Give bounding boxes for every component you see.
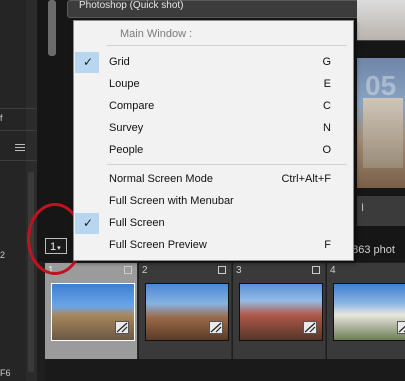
filmstrip-index: 2 bbox=[142, 265, 148, 276]
filmstrip-index: 3 bbox=[236, 265, 242, 276]
filmstrip-footer bbox=[45, 359, 405, 381]
develop-badge-icon bbox=[209, 321, 223, 334]
menu-item-compare[interactable]: Compare C bbox=[75, 96, 352, 117]
menu-separator bbox=[107, 164, 347, 165]
menu-item-grid[interactable]: ✓ Grid G bbox=[75, 52, 352, 73]
filmstrip-cell[interactable]: 1 bbox=[45, 263, 138, 359]
left-panel-divider bbox=[0, 160, 37, 161]
flag-corner-icon[interactable] bbox=[218, 266, 226, 274]
left-panel: f 2 F6 bbox=[0, 0, 37, 381]
view-mode-menu: Main Window : ✓ Grid G Loupe E Compare C… bbox=[73, 20, 354, 261]
menu-separator bbox=[107, 45, 347, 46]
menu-item-label: Survey bbox=[109, 122, 144, 134]
flag-corner-icon[interactable] bbox=[124, 266, 132, 274]
left-panel-strip bbox=[0, 0, 26, 381]
menu-item-label: Compare bbox=[109, 100, 155, 112]
photo-overlay-text: I bbox=[361, 202, 365, 214]
filmstrip-cell[interactable]: 2 bbox=[139, 263, 232, 359]
menu-item-full-screen-preview[interactable]: Full Screen Preview F bbox=[75, 235, 352, 256]
menu-item-shortcut: Ctrl+Alt+F bbox=[281, 173, 331, 185]
filmstrip-cell[interactable]: 4 bbox=[327, 263, 405, 359]
menu-item-label: Loupe bbox=[109, 78, 140, 90]
menu-item-label: Full Screen Preview bbox=[109, 239, 207, 251]
menu-item-label: Full Screen with Menubar bbox=[109, 195, 234, 207]
menu-item-loupe[interactable]: Loupe E bbox=[75, 74, 352, 95]
filmstrip-cell[interactable]: 3 bbox=[233, 263, 326, 359]
left-panel-divider bbox=[0, 108, 37, 109]
develop-badge-icon bbox=[115, 321, 129, 334]
menu-item-full-screen-with-menubar[interactable]: Full Screen with Menubar bbox=[75, 191, 352, 212]
menu-item-survey[interactable]: Survey N bbox=[75, 118, 352, 139]
check-icon: ✓ bbox=[75, 52, 99, 73]
photo-overlay-number: 05 bbox=[365, 70, 397, 101]
develop-badge-icon bbox=[397, 321, 405, 334]
left-panel-scrollbar[interactable] bbox=[28, 172, 34, 372]
menu-item-shortcut: N bbox=[323, 122, 331, 134]
menu-item-shortcut: C bbox=[323, 100, 331, 112]
menu-item-label: Normal Screen Mode bbox=[109, 173, 213, 185]
develop-badge-icon bbox=[303, 321, 317, 334]
left-panel-label: 2 bbox=[0, 250, 6, 260]
menu-item-shortcut: F bbox=[324, 239, 331, 251]
panel-menu-icon[interactable] bbox=[15, 144, 25, 153]
grid-photo[interactable]: I bbox=[357, 196, 405, 226]
menu-item-shortcut: E bbox=[323, 78, 331, 90]
menu-item-label: Full Screen bbox=[109, 217, 165, 229]
menu-item-label: People bbox=[109, 144, 144, 156]
menu-item-full-screen[interactable]: ✓ Full Screen bbox=[75, 213, 352, 234]
check-icon: ✓ bbox=[75, 213, 99, 234]
left-panel-label: f bbox=[0, 113, 3, 123]
filmstrip-thumbnail[interactable] bbox=[333, 283, 405, 341]
building-image bbox=[363, 98, 403, 168]
menu-item-people[interactable]: People O bbox=[75, 140, 352, 161]
main-scrollbar[interactable] bbox=[48, 0, 56, 56]
menu-item-label: Grid bbox=[109, 56, 130, 68]
left-panel-label: F6 bbox=[0, 368, 11, 378]
menu-header: Main Window : bbox=[120, 28, 193, 40]
top-dropdown-label: Photoshop (Quick shot) bbox=[79, 0, 184, 11]
grid-photo[interactable]: 05 bbox=[357, 58, 405, 188]
flag-corner-icon[interactable] bbox=[312, 266, 320, 274]
menu-item-shortcut: G bbox=[322, 56, 331, 68]
menu-item-normal-screen-mode[interactable]: Normal Screen Mode Ctrl+Alt+F bbox=[75, 169, 352, 190]
left-panel-divider bbox=[0, 130, 37, 131]
filmstrip-index: 4 bbox=[330, 265, 336, 276]
menu-item-shortcut: O bbox=[322, 144, 331, 156]
grid-photo[interactable] bbox=[357, 0, 405, 41]
